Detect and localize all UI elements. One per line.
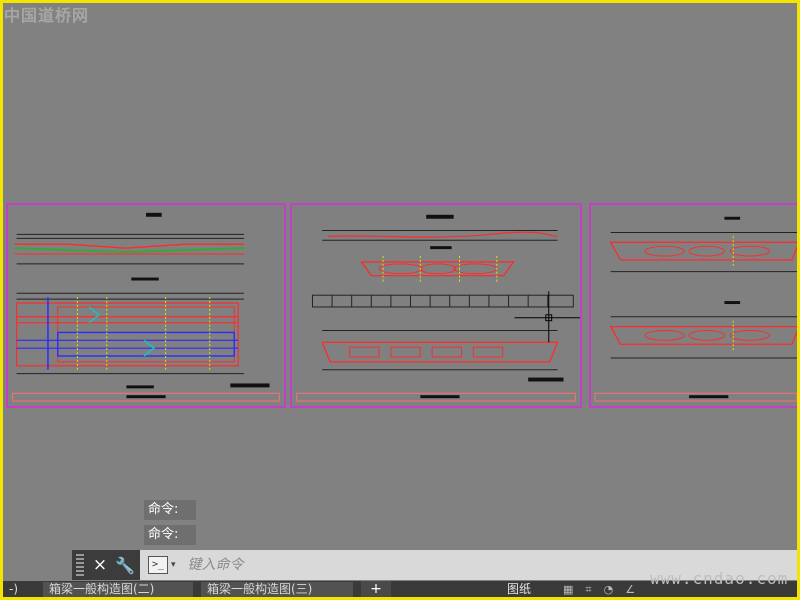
- sheet-2-drawing: [296, 214, 580, 402]
- customize-wrench-icon[interactable]: 🔧: [114, 556, 136, 575]
- drag-handle-icon[interactable]: [76, 554, 84, 576]
- command-history-line-1: 命令:: [144, 500, 196, 520]
- status-icons: ▦ ⌗ ◔ ∠: [563, 583, 635, 597]
- snap-icon[interactable]: ⌗: [585, 583, 591, 597]
- angle-icon[interactable]: ∠: [625, 583, 635, 597]
- tab-box-girder-2[interactable]: 箱梁一般构造图(二): [43, 582, 193, 597]
- layout-sheet-1[interactable]: [6, 203, 286, 408]
- watermark-logo: 中国道桥网: [4, 6, 90, 25]
- paper-space-label[interactable]: 图纸: [507, 582, 531, 596]
- orbit-icon[interactable]: ◔: [604, 583, 614, 597]
- grid-icon[interactable]: ▦: [563, 583, 573, 597]
- command-prompt-icon: >_: [148, 556, 168, 574]
- command-line-controls: × 🔧: [72, 550, 140, 580]
- drawing-canvas[interactable]: [3, 3, 800, 548]
- watermark-url: www.cndao.com: [650, 569, 789, 588]
- sheet-1-drawing: [12, 212, 280, 402]
- sheet-3-drawing: [594, 216, 799, 402]
- add-layout-button[interactable]: +: [361, 581, 391, 597]
- command-history-line-2: 命令:: [144, 525, 196, 545]
- chevron-down-icon: ▾: [171, 560, 176, 570]
- tab-partial[interactable]: -): [3, 582, 31, 597]
- layout-sheet-2[interactable]: [290, 203, 582, 408]
- layout-sheet-3[interactable]: [589, 203, 800, 408]
- tab-box-girder-3[interactable]: 箱梁一般构造图(三): [201, 582, 353, 597]
- close-icon[interactable]: ×: [90, 555, 110, 575]
- recent-commands-button[interactable]: >_ ▾: [148, 556, 176, 574]
